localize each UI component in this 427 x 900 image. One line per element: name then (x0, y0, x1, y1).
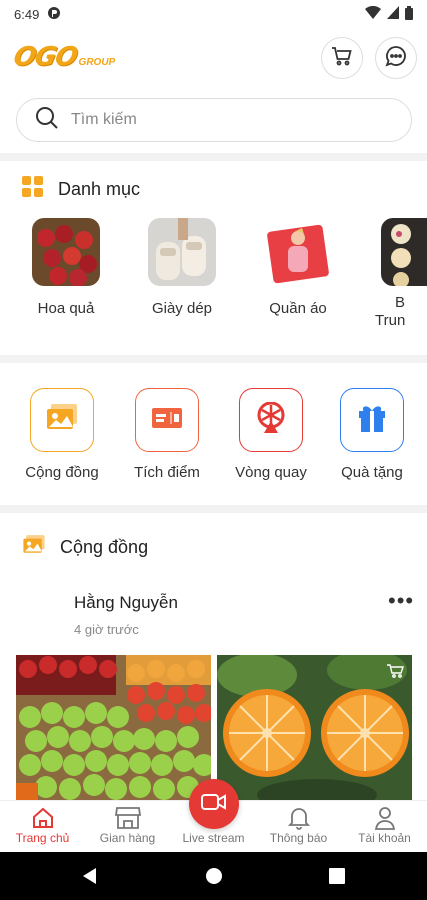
home-circle-icon[interactable] (204, 866, 224, 891)
section-divider (0, 153, 427, 161)
nav-shops[interactable]: Gian hàng (85, 805, 170, 845)
ogo-group-logo: OGO GROUP (10, 42, 116, 72)
app-header: OGO GROUP (0, 34, 427, 90)
feature-icon-box (135, 388, 199, 452)
feature-label: Vòng quay (235, 464, 307, 481)
nav-notifications[interactable]: Thông báo (256, 805, 341, 845)
gallery-icon (45, 403, 79, 437)
feature-icon-box (239, 388, 303, 452)
categories-title: Danh mục (58, 179, 141, 199)
back-icon[interactable] (80, 866, 100, 891)
category-label-line2: Trun (375, 312, 406, 329)
category-label: Quần áo (269, 300, 327, 317)
nav-label: Gian hàng (99, 831, 156, 845)
community-title: Cộng đồng (60, 537, 149, 557)
shoes-image (148, 218, 216, 286)
bottom-navigation: Trang chủ Gian hàng Live stream Thông bá… (0, 779, 427, 852)
feature-label: Tích điểm (134, 464, 200, 481)
battery-icon (405, 5, 413, 23)
section-divider (0, 355, 427, 363)
post-time: 4 giờ trước (74, 622, 139, 637)
clothes-image (264, 218, 332, 286)
status-bar: 6:49 (0, 0, 427, 28)
feature-lucky-wheel[interactable]: Vòng quay (221, 388, 321, 481)
category-label: Giày dép (151, 300, 213, 317)
nav-label: Thông báo (269, 831, 328, 845)
home-icon (0, 805, 85, 831)
post-image-oranges[interactable] (217, 655, 412, 801)
search-bar[interactable]: Tìm kiếm (16, 98, 412, 142)
category-label: B Trun (369, 294, 427, 330)
post-author[interactable]: Hằng Nguyễn (74, 593, 178, 613)
feature-points[interactable]: Tích điểm (117, 388, 217, 481)
video-camera-icon (201, 793, 227, 816)
community-header: Cộng đồng (22, 535, 148, 560)
feature-label: Quà tặng (341, 464, 403, 481)
cart-button[interactable] (321, 37, 363, 79)
nav-label: Live stream (182, 831, 245, 845)
chat-button[interactable] (375, 37, 417, 79)
store-icon (85, 805, 170, 831)
ticket-icon (150, 405, 184, 436)
nav-live-stream[interactable]: Live stream (171, 831, 256, 845)
chat-icon (385, 45, 407, 72)
category-label-line1: B (395, 294, 406, 311)
search-icon (35, 106, 59, 135)
food-image (381, 218, 427, 286)
status-time: 6:49 (14, 6, 40, 22)
feature-label: Cộng đồng (25, 464, 99, 481)
gallery-icon (22, 535, 46, 560)
category-item[interactable]: Hoa quả (21, 218, 111, 317)
fruit-image (32, 218, 100, 286)
section-divider (0, 505, 427, 513)
logo-text: OGO (10, 42, 80, 72)
feature-gifts[interactable]: Quà tặng (322, 388, 422, 481)
wheel-icon (256, 401, 286, 439)
category-item[interactable]: B Trun (369, 218, 427, 330)
signal-icon (387, 6, 399, 22)
logo-subtext: GROUP (78, 57, 116, 68)
nav-label: Tài khoản (358, 831, 411, 845)
search-placeholder: Tìm kiếm (71, 111, 137, 128)
nav-home[interactable]: Trang chủ (0, 805, 85, 845)
gift-icon (358, 403, 386, 438)
nav-account[interactable]: Tài khoản (342, 805, 427, 845)
feature-icon-box (30, 388, 94, 452)
recents-icon[interactable] (328, 866, 346, 891)
bell-icon (256, 805, 341, 831)
category-label: Hoa quả (37, 300, 95, 317)
live-stream-button[interactable] (189, 779, 239, 829)
grid-icon (22, 176, 44, 203)
cart-icon (331, 46, 353, 71)
category-list: Hoa quả Giày dép Quần áo B Trun (0, 218, 427, 338)
categories-header: Danh mục (22, 176, 140, 203)
category-item[interactable]: Giày dép (137, 218, 227, 317)
post-image-apples[interactable] (16, 655, 211, 801)
feature-shortcuts: Cộng đồng Tích điểm Vòng quay Quà tặng (0, 388, 427, 488)
nav-label: Trang chủ (15, 831, 70, 845)
wifi-icon (365, 5, 381, 22)
feature-icon-box (340, 388, 404, 452)
feature-community[interactable]: Cộng đồng (12, 388, 112, 481)
user-icon (342, 805, 427, 831)
system-navigation-bar (0, 852, 427, 900)
more-options-button[interactable]: ••• (388, 588, 414, 614)
category-item[interactable]: Quần áo (253, 218, 343, 317)
notification-icon (47, 6, 61, 23)
